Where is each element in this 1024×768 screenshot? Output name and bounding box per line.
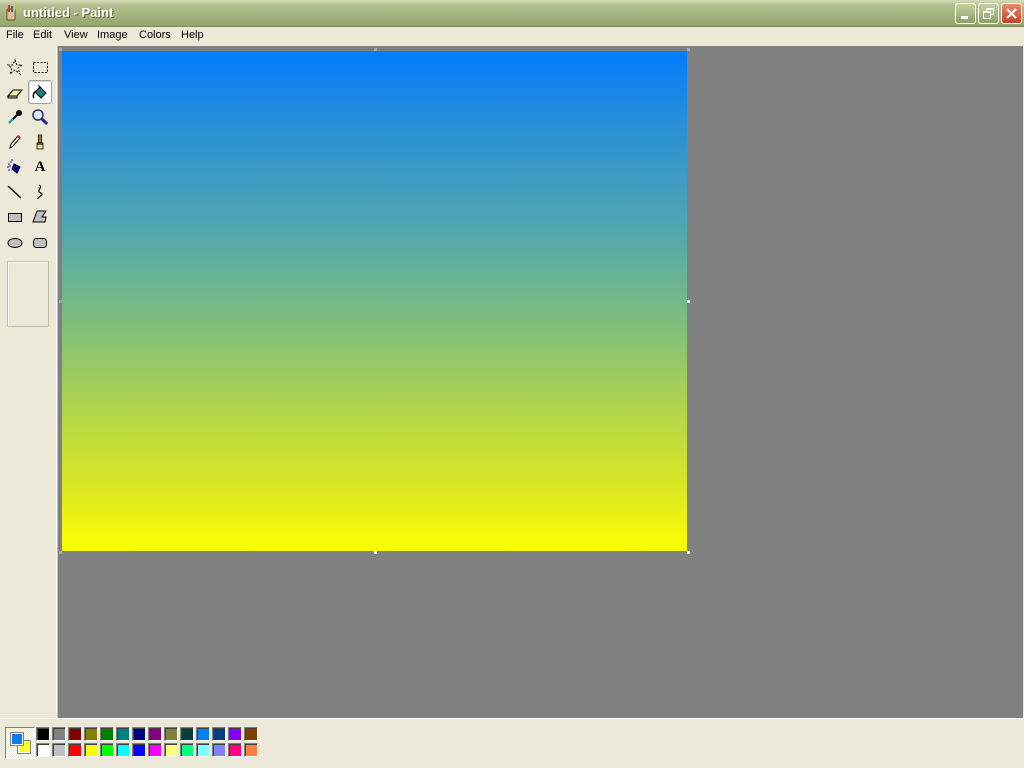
palette-color-top-2[interactable]: [68, 727, 82, 741]
window-title: untitled - Paint: [23, 5, 114, 20]
tool-pencil[interactable]: [3, 130, 27, 154]
tool-magnifier[interactable]: [28, 105, 52, 129]
menu-edit[interactable]: Edit: [30, 29, 55, 41]
polygon-icon: [32, 210, 47, 223]
palette-color-top-11[interactable]: [212, 727, 226, 741]
palette-color-bottom-0[interactable]: [36, 743, 50, 757]
resize-handle-top: [374, 48, 377, 51]
minimize-button[interactable]: [955, 3, 976, 24]
paint-window: untitled - Paint File Edit View Image Co…: [0, 0, 1024, 768]
eyedropper-icon: [8, 110, 22, 124]
magnifier-icon: [32, 109, 49, 126]
palette-color-top-5[interactable]: [116, 727, 130, 741]
tool-fill-with-color[interactable]: [28, 80, 52, 104]
menu-image[interactable]: Image: [94, 29, 131, 41]
paint-bucket-icon: [32, 84, 47, 99]
color-box: [0, 718, 1024, 768]
palette-color-top-1[interactable]: [52, 727, 66, 741]
text-icon: A: [34, 158, 46, 175]
tool-text[interactable]: A: [28, 155, 52, 179]
tool-ellipse[interactable]: [3, 230, 27, 254]
palette-color-top-9[interactable]: [180, 727, 194, 741]
palette-color-bottom-1[interactable]: [52, 743, 66, 757]
palette-color-bottom-6[interactable]: [132, 743, 146, 757]
curve-icon: [37, 184, 43, 200]
menu-colors[interactable]: Colors: [136, 29, 174, 41]
palette-color-bottom-7[interactable]: [148, 743, 162, 757]
paint-icon: [6, 5, 16, 21]
foreground-color-swatch[interactable]: [10, 732, 24, 746]
free-form-select-icon: [6, 58, 24, 76]
menu-file[interactable]: File: [3, 29, 27, 41]
palette-color-bottom-10[interactable]: [196, 743, 210, 757]
tool-rounded-rectangle[interactable]: [28, 230, 52, 254]
menu-view[interactable]: View: [61, 29, 91, 41]
palette-color-top-0[interactable]: [36, 727, 50, 741]
palette-color-bottom-5[interactable]: [116, 743, 130, 757]
tool-box: A: [0, 46, 57, 718]
brush-icon: [36, 134, 44, 150]
minimize-icon: [961, 16, 968, 19]
palette-color-top-13[interactable]: [244, 727, 258, 741]
workspace: [57, 46, 1023, 718]
palette-color-bottom-3[interactable]: [84, 743, 98, 757]
tool-polygon[interactable]: [28, 205, 52, 229]
resize-handle-left: [59, 300, 62, 303]
resize-handle-bottom[interactable]: [374, 551, 377, 554]
rect-select-icon: [33, 62, 48, 73]
palette-color-bottom-12[interactable]: [228, 743, 242, 757]
palette-color-bottom-2[interactable]: [68, 743, 82, 757]
restore-icon: [983, 8, 994, 19]
tool-airbrush[interactable]: [3, 155, 27, 179]
palette-color-bottom-8[interactable]: [164, 743, 178, 757]
tool-rectangle[interactable]: [3, 205, 27, 229]
resize-handle-bottom-right[interactable]: [687, 551, 690, 554]
rectangle-icon: [8, 213, 22, 222]
menu-help[interactable]: Help: [178, 29, 207, 41]
close-button[interactable]: [1001, 3, 1022, 24]
resize-handle-top-right: [687, 48, 690, 51]
palette-color-bottom-9[interactable]: [180, 743, 194, 757]
tool-eraser[interactable]: [3, 80, 27, 104]
palette-color-top-12[interactable]: [228, 727, 242, 741]
line-icon: [7, 185, 22, 199]
resize-handle-top-left: [59, 48, 62, 51]
tool-pick-color[interactable]: [3, 105, 27, 129]
palette-color-bottom-11[interactable]: [212, 743, 226, 757]
palette-color-bottom-4[interactable]: [100, 743, 114, 757]
palette-color-top-6[interactable]: [132, 727, 146, 741]
palette-color-top-4[interactable]: [100, 727, 114, 741]
pencil-icon: [9, 135, 21, 150]
resize-handle-bottom-left: [59, 551, 62, 554]
tool-curve[interactable]: [28, 180, 52, 204]
title-bar[interactable]: untitled - Paint: [0, 0, 1024, 27]
palette-color-top-3[interactable]: [84, 727, 98, 741]
palette-color-top-10[interactable]: [196, 727, 210, 741]
tool-select[interactable]: [28, 55, 52, 79]
palette-color-top-7[interactable]: [148, 727, 162, 741]
palette-color-top-8[interactable]: [164, 727, 178, 741]
current-colors[interactable]: [5, 727, 35, 759]
drawing-canvas[interactable]: [62, 51, 687, 551]
tool-brush[interactable]: [28, 130, 52, 154]
airbrush-icon: [7, 159, 21, 174]
palette-color-bottom-13[interactable]: [244, 743, 258, 757]
menu-bar: File Edit View Image Colors Help: [0, 27, 1024, 46]
restore-button[interactable]: [978, 3, 999, 24]
close-icon: [1006, 8, 1017, 19]
eraser-icon: [6, 89, 24, 99]
rounded-rectangle-icon: [33, 238, 47, 248]
ellipse-icon: [7, 238, 23, 248]
tool-free-form-select[interactable]: [3, 55, 27, 79]
tool-options-box[interactable]: [7, 261, 49, 327]
tool-line[interactable]: [3, 180, 27, 204]
resize-handle-right[interactable]: [687, 300, 690, 303]
